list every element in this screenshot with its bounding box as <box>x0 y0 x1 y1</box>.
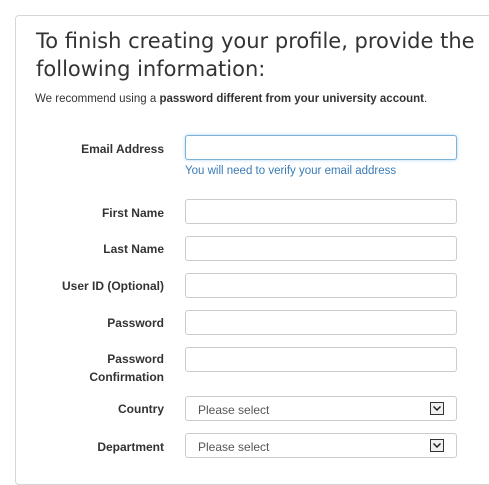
user-id-field[interactable] <box>185 273 457 298</box>
first-name-field[interactable] <box>185 199 457 224</box>
first-name-label: First Name <box>101 206 164 220</box>
recommendation-prefix: We recommend using a <box>35 93 160 105</box>
page-title: To finish creating your profile, provide… <box>36 29 475 81</box>
password-confirmation-label-line1: Password <box>107 352 164 366</box>
password-label: Password <box>107 316 164 330</box>
recommendation-suffix: . <box>424 93 428 105</box>
country-select[interactable]: Please select <box>185 396 457 421</box>
chevron-down-icon[interactable] <box>430 402 444 415</box>
email-label: Email Address <box>81 142 164 156</box>
last-name-field[interactable] <box>185 236 457 261</box>
country-selected-value: Please select <box>198 403 270 417</box>
password-field[interactable] <box>185 310 457 335</box>
department-select[interactable]: Please select <box>185 433 457 458</box>
password-confirmation-label-line2: Confirmation <box>89 370 164 384</box>
password-confirmation-label: Password Confirmation <box>33 350 164 386</box>
country-label: Country <box>118 402 164 416</box>
password-recommendation: We recommend using a password different … <box>35 93 427 105</box>
user-id-label: User ID (Optional) <box>61 279 164 293</box>
email-help-text: You will need to verify your email addre… <box>185 165 397 177</box>
chevron-down-icon[interactable] <box>430 439 444 452</box>
department-label: Department <box>97 440 164 454</box>
last-name-label: Last Name <box>103 242 164 256</box>
recommendation-emphasis: password different from your university … <box>159 93 424 105</box>
password-confirmation-field[interactable] <box>185 347 457 372</box>
department-selected-value: Please select <box>198 440 270 454</box>
email-field[interactable] <box>185 135 457 160</box>
